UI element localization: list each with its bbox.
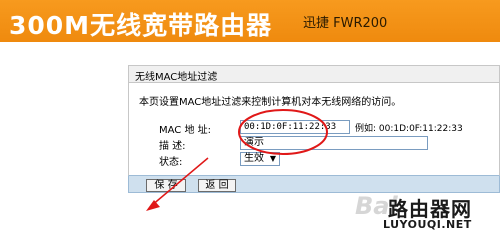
site-watermark: Bai 路由器网 LUYOUQI.NET: [355, 192, 500, 238]
mac-example-text: 例如: 00:1D:0F:11:22:33: [355, 124, 463, 134]
router-model: 迅捷 FWR200: [303, 16, 388, 31]
page: 300M无线宽带路由器 迅捷 FWR200 无线MAC地址过滤 本页设置MAC地…: [0, 0, 500, 238]
red-arrow-head: [146, 200, 160, 211]
status-label: 状态:: [159, 157, 183, 168]
panel-description: 本页设置MAC地址过滤来控制计算机对本无线网络的访问。: [139, 97, 402, 108]
chevron-down-icon: ▼: [269, 154, 276, 163]
save-button[interactable]: 保 存: [146, 179, 186, 192]
panel-title: 无线MAC地址过滤: [135, 72, 218, 83]
mac-address-input[interactable]: 00:1D:0F:11:22:33: [240, 120, 350, 134]
watermark-url: LUYOUQI.NET: [383, 218, 472, 231]
panel-body: 本页设置MAC地址过滤来控制计算机对本无线网络的访问。 MAC 地 址: 00:…: [128, 83, 500, 176]
description-input[interactable]: 演示: [240, 136, 428, 150]
status-select[interactable]: 生效 ▼: [240, 152, 280, 166]
description-label: 描 述:: [159, 141, 186, 152]
status-selected-value: 生效: [244, 153, 264, 164]
router-title: 300M无线宽带路由器: [9, 11, 273, 40]
mac-filter-panel: 无线MAC地址过滤 本页设置MAC地址过滤来控制计算机对本无线网络的访问。 MA…: [128, 65, 500, 193]
header-bar: 300M无线宽带路由器 迅捷 FWR200: [0, 0, 500, 42]
panel-title-bar: 无线MAC地址过滤: [128, 65, 500, 83]
mac-address-label: MAC 地 址:: [159, 125, 212, 136]
back-button[interactable]: 返 回: [198, 179, 236, 192]
